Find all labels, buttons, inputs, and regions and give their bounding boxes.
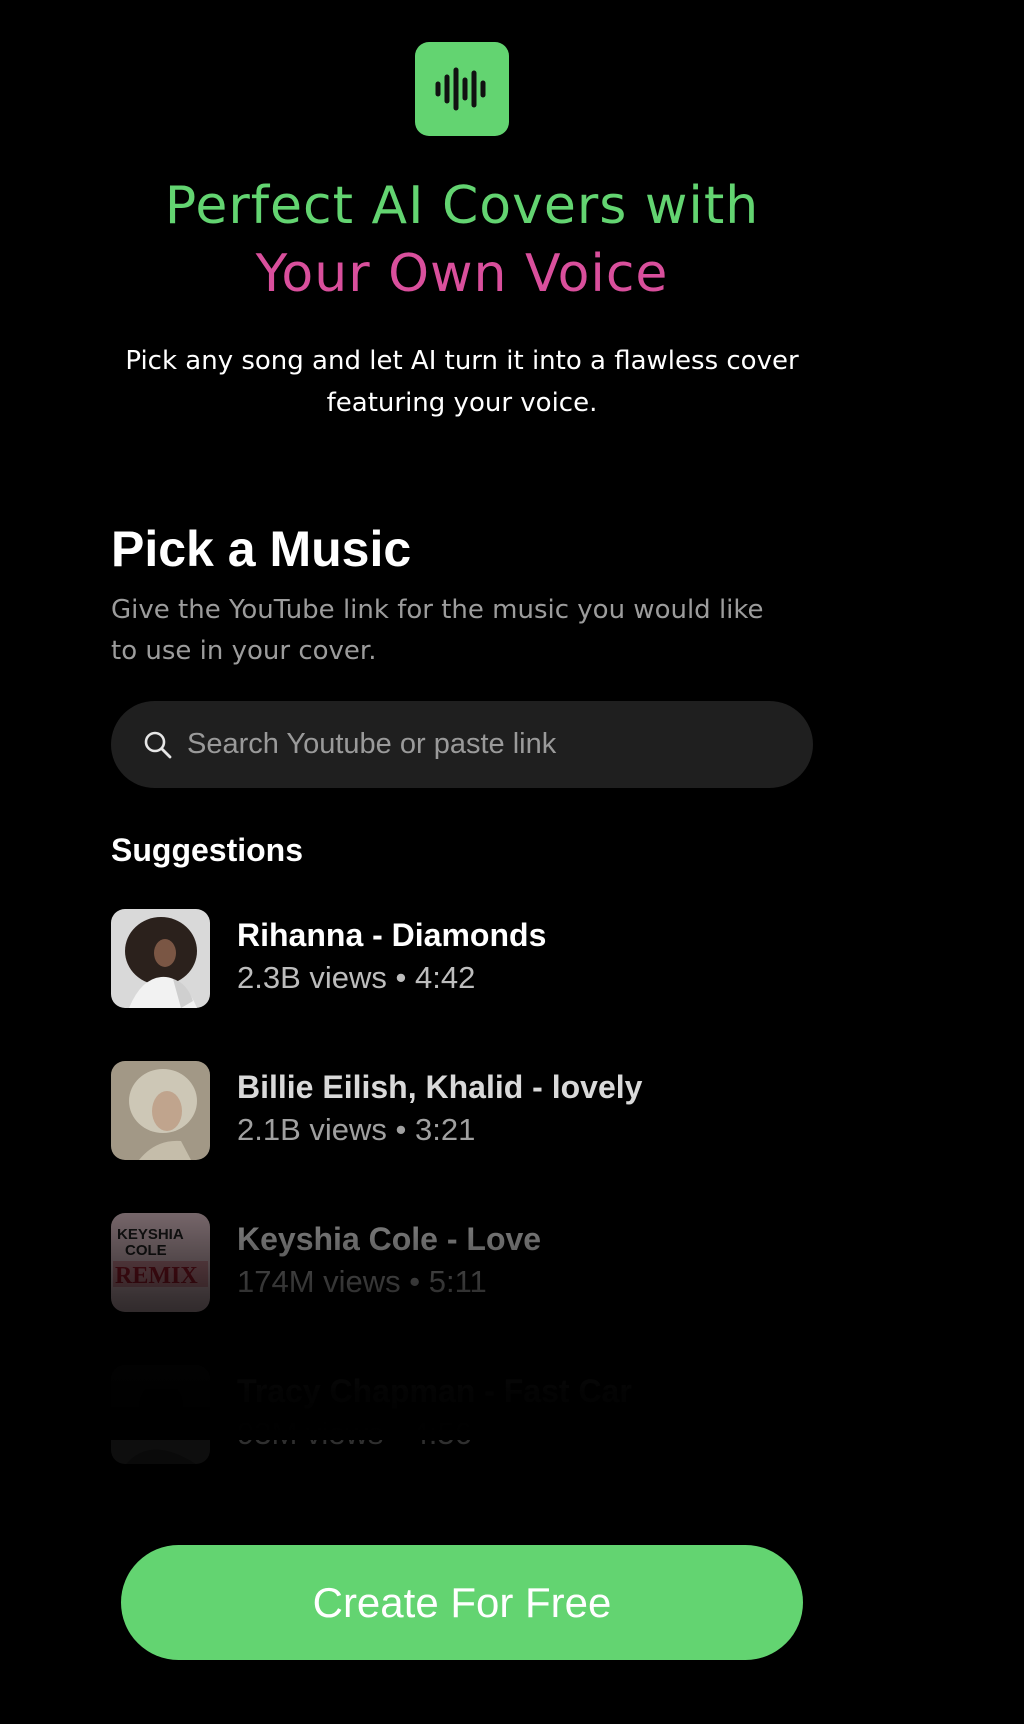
section-description-line1: Give the YouTube link for the music you …	[111, 595, 764, 625]
hero-title-line1: Perfect AI Covers with	[164, 176, 760, 236]
hero-title: Perfect AI Covers with Your Own Voice	[0, 172, 924, 308]
hero-subtitle-line1: Pick any song and let AI turn it into a …	[125, 346, 799, 376]
song-thumbnail	[111, 1060, 210, 1160]
song-title: Billie Eilish, Khalid - lovely	[237, 1069, 643, 1105]
svg-text:KEYSHIA: KEYSHIA	[117, 1226, 184, 1243]
sound-wave-icon	[435, 67, 486, 111]
song-info: 2.3B views • 4:42	[237, 960, 476, 995]
search-icon	[143, 730, 173, 760]
song-thumbnail	[111, 908, 210, 1008]
hero-subtitle: Pick any song and let AI turn it into a …	[0, 340, 924, 424]
section-description-line2: to use in your cover.	[111, 636, 377, 666]
song-info: 2.1B views • 3:21	[237, 1112, 476, 1147]
search-bar[interactable]	[111, 701, 813, 788]
section-title: Pick a Music	[111, 521, 412, 577]
suggestion-item[interactable]: KEYSHIA COLE REMIX Keyshia Cole - Love 1…	[111, 1212, 541, 1312]
suggestion-item[interactable]: Rihanna - Diamonds 2.3B views • 4:42	[111, 908, 546, 1008]
app-logo	[415, 42, 509, 136]
song-title: Tracy Chapman - Fast Car	[237, 1373, 632, 1409]
svg-text:REMIX: REMIX	[115, 1263, 198, 1289]
page: Perfect AI Covers with Your Own Voice Pi…	[0, 0, 1024, 1724]
suggestion-item[interactable]: Billie Eilish, Khalid - lovely 2.1B view…	[111, 1060, 642, 1160]
hero-subtitle-line2: featuring your voice.	[326, 388, 598, 418]
song-thumbnail: KEYSHIA COLE REMIX	[111, 1212, 210, 1312]
song-title: Keyshia Cole - Love	[237, 1221, 542, 1257]
section-description: Give the YouTube link for the music you …	[111, 590, 831, 672]
hero-title-line2: Your Own Voice	[255, 244, 669, 304]
song-thumbnail	[111, 1364, 210, 1464]
search-input[interactable]	[187, 714, 813, 775]
suggestion-item[interactable]: Tracy Chapman - Fast Car 93M views • 4:5…	[111, 1364, 632, 1464]
svg-text:COLE: COLE	[125, 1242, 167, 1259]
song-title: Rihanna - Diamonds	[237, 917, 547, 953]
song-info: 93M views • 4:56	[237, 1416, 472, 1451]
create-for-free-button[interactable]: Create For Free	[121, 1545, 803, 1660]
suggestions-title: Suggestions	[111, 832, 304, 868]
song-info: 174M views • 5:11	[237, 1264, 487, 1299]
